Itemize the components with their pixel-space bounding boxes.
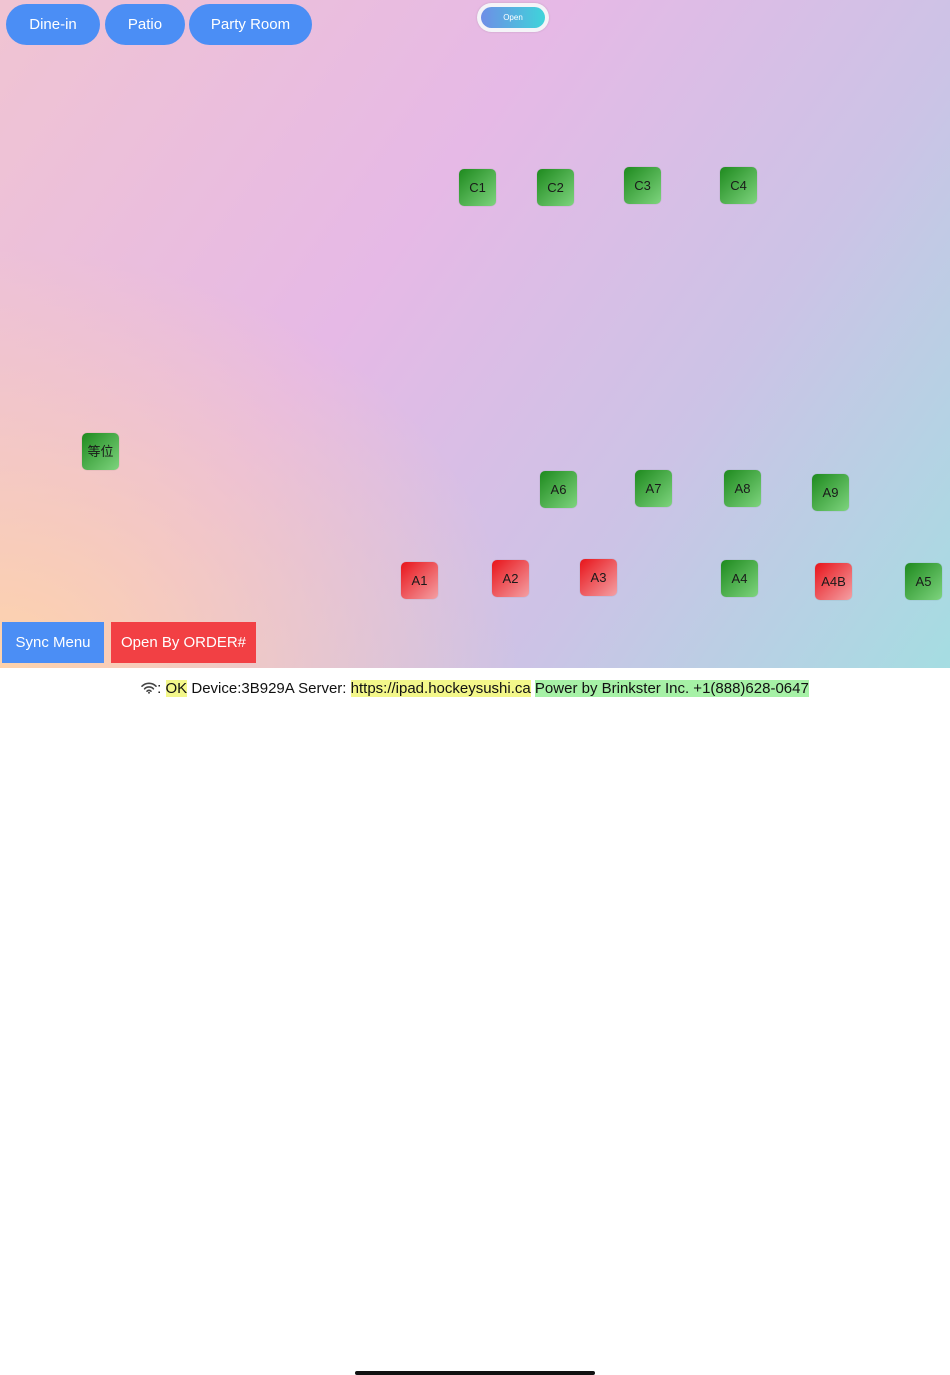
wifi-icon <box>141 679 157 701</box>
table-a9[interactable]: A9 <box>812 474 849 511</box>
open-toggle[interactable]: Open <box>477 3 549 32</box>
table-a4b[interactable]: A4B <box>815 563 852 600</box>
table-a3[interactable]: A3 <box>580 559 617 596</box>
table-a4[interactable]: A4 <box>721 560 758 597</box>
connection-status: OK <box>165 680 188 697</box>
area-tab-patio[interactable]: Patio <box>105 4 185 45</box>
status-line: : OK Device:3B929A Server: https://ipad.… <box>0 678 950 701</box>
device-info: Device:3B929A Server: <box>191 680 347 697</box>
table-a7[interactable]: A7 <box>635 470 672 507</box>
server-url: https://ipad.hockeysushi.ca <box>350 680 531 697</box>
open-toggle-label: Open <box>481 7 545 28</box>
table-a6[interactable]: A6 <box>540 471 577 508</box>
floor-plan: Dine-in Patio Party Room Open C1 C2 C3 C… <box>0 0 950 668</box>
table-a5[interactable]: A5 <box>905 563 942 600</box>
table-a8[interactable]: A8 <box>724 470 761 507</box>
status-colon: : <box>157 680 162 697</box>
table-c1[interactable]: C1 <box>459 169 496 206</box>
home-indicator <box>355 1371 595 1375</box>
open-by-order-button[interactable]: Open By ORDER# <box>111 622 256 663</box>
table-a2[interactable]: A2 <box>492 560 529 597</box>
table-a1[interactable]: A1 <box>401 562 438 599</box>
status-bar: : OK Device:3B929A Server: https://ipad.… <box>0 668 950 1375</box>
table-c4[interactable]: C4 <box>720 167 757 204</box>
powered-by: Power by Brinkster Inc. +1(888)628-0647 <box>534 680 809 697</box>
area-tab-dine-in[interactable]: Dine-in <box>6 4 100 45</box>
table-c3[interactable]: C3 <box>624 167 661 204</box>
sync-menu-button[interactable]: Sync Menu <box>2 622 104 663</box>
table-waitlist[interactable]: 等位 <box>82 433 119 470</box>
area-tab-party-room[interactable]: Party Room <box>189 4 312 45</box>
table-c2[interactable]: C2 <box>537 169 574 206</box>
